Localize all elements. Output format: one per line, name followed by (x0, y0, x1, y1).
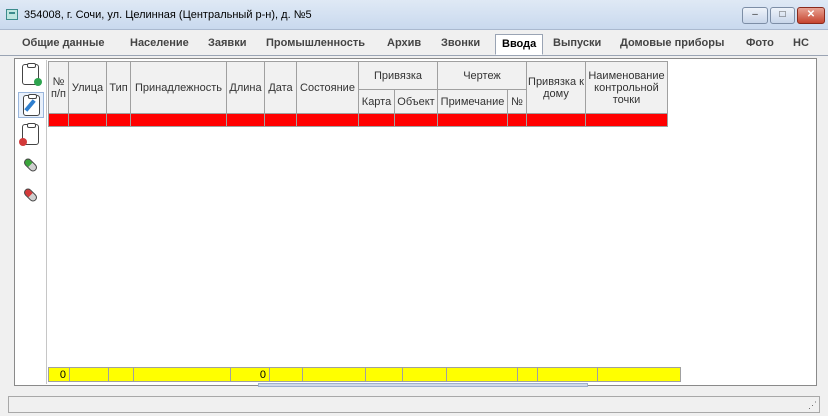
inputs-table: № п/п Улица Тип Принадлежность Длина Дат… (48, 61, 668, 127)
table-window-icon (6, 9, 18, 20)
tab-house-meters[interactable]: Домовые приборы (620, 37, 724, 49)
column-header-map[interactable]: Карта (358, 89, 395, 114)
tab-photo[interactable]: Фото (746, 37, 774, 49)
table-cell[interactable] (394, 113, 438, 127)
window-title: 354008, г. Сочи, ул. Целинная (Центральн… (24, 9, 312, 21)
plus-badge-icon (34, 78, 42, 86)
total-cell (269, 367, 303, 382)
total-cell (302, 367, 366, 382)
link-green-icon (22, 156, 39, 174)
table-cell[interactable] (585, 113, 668, 127)
minimize-button[interactable]: – (742, 7, 768, 24)
total-cell (133, 367, 231, 382)
table-cell[interactable] (296, 113, 359, 127)
tab-general[interactable]: Общие данные (22, 37, 104, 49)
vertical-toolbar (16, 60, 47, 384)
total-cell (69, 367, 109, 382)
total-cell (446, 367, 518, 382)
table-cell[interactable] (226, 113, 265, 127)
table-cell[interactable] (106, 113, 131, 127)
edit-record-button[interactable] (18, 92, 44, 118)
tab-industry[interactable]: Промышленность (266, 37, 365, 49)
tab-archive[interactable]: Архив (387, 37, 421, 49)
close-button[interactable]: ✕ (797, 7, 825, 24)
column-group-drawing: Чертеж (437, 61, 527, 90)
table-cell[interactable] (48, 113, 69, 127)
resize-grip-icon[interactable]: ⋰ (808, 400, 817, 411)
column-header-control-point[interactable]: Наименование контрольной точки (585, 61, 668, 114)
delete-record-button[interactable] (18, 122, 44, 148)
status-bar: ⋰ (8, 396, 820, 413)
column-header-type[interactable]: Тип (106, 61, 131, 114)
unlink-button[interactable] (18, 182, 44, 208)
column-header-date[interactable]: Дата (264, 61, 297, 114)
total-cell (365, 367, 403, 382)
totals-row: 0 0 (48, 367, 681, 382)
column-header-street[interactable]: Улица (68, 61, 107, 114)
maximize-button[interactable]: □ (770, 7, 795, 24)
total-count: 0 (48, 367, 70, 382)
add-record-button[interactable] (18, 62, 44, 88)
unlink-red-icon (22, 186, 39, 204)
total-cell (537, 367, 598, 382)
total-cell (108, 367, 134, 382)
tab-requests[interactable]: Заявки (208, 37, 246, 49)
column-header-drawing-num[interactable]: № (507, 89, 527, 114)
horizontal-scrollbar[interactable] (258, 383, 588, 387)
total-length: 0 (230, 367, 270, 382)
table-cell[interactable] (507, 113, 527, 127)
tab-population[interactable]: Население (130, 37, 189, 49)
table-cell[interactable] (526, 113, 586, 127)
table-cell[interactable] (68, 113, 107, 127)
table-cell[interactable] (130, 113, 227, 127)
table-row-selected[interactable] (48, 113, 668, 127)
column-header-state[interactable]: Состояние (296, 61, 359, 114)
column-header-note[interactable]: Примечание (437, 89, 508, 114)
tab-inputs[interactable]: Ввода (495, 34, 544, 55)
column-header-house-binding[interactable]: Привязка к дому (526, 61, 586, 114)
column-header-object[interactable]: Объект (394, 89, 438, 114)
link-button[interactable] (18, 152, 44, 178)
tab-ns[interactable]: НС (793, 37, 809, 49)
column-header-owner[interactable]: Принадлежность (130, 61, 227, 114)
tab-strip: Общие данные Население Заявки Промышленн… (0, 34, 828, 56)
tab-calls[interactable]: Звонки (441, 37, 480, 49)
total-cell (597, 367, 681, 382)
table-cell[interactable] (358, 113, 395, 127)
total-cell (402, 367, 447, 382)
table-cell[interactable] (264, 113, 297, 127)
column-group-binding: Привязка (358, 61, 438, 90)
column-header-length[interactable]: Длина (226, 61, 265, 114)
tab-outlets[interactable]: Выпуски (553, 37, 601, 49)
column-header-num[interactable]: № п/п (48, 61, 69, 114)
table-empty-area[interactable] (48, 127, 815, 367)
minus-badge-icon (19, 138, 27, 146)
table-cell[interactable] (437, 113, 508, 127)
title-bar: 354008, г. Сочи, ул. Целинная (Центральн… (0, 0, 828, 30)
total-cell (517, 367, 538, 382)
